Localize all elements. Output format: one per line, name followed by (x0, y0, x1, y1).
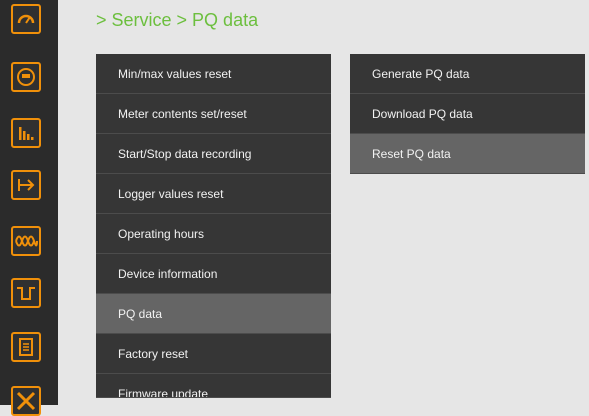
menu-item-data-recording[interactable]: Start/Stop data recording (96, 134, 331, 174)
submenu-item-reset-pq-data[interactable]: Reset PQ data (350, 134, 585, 174)
tools-icon[interactable] (11, 386, 41, 416)
submenu-item-generate-pq-data[interactable]: Generate PQ data (350, 54, 585, 94)
menu-item-min-max-reset[interactable]: Min/max values reset (96, 54, 331, 94)
menu-item-device-information[interactable]: Device information (96, 254, 331, 294)
menu-item-factory-reset[interactable]: Factory reset (96, 334, 331, 374)
pulse-icon[interactable] (11, 278, 41, 308)
list-icon[interactable] (11, 332, 41, 362)
menu-item-meter-contents[interactable]: Meter contents set/reset (96, 94, 331, 134)
service-menu: Min/max values reset Meter contents set/… (96, 54, 331, 398)
menu-item-pq-data[interactable]: PQ data (96, 294, 331, 334)
submenu-item-download-pq-data[interactable]: Download PQ data (350, 94, 585, 134)
pq-data-submenu: Generate PQ data Download PQ data Reset … (350, 54, 585, 174)
breadcrumb: > Service > PQ data (96, 10, 259, 30)
bar-chart-icon[interactable] (11, 118, 41, 148)
menu-item-firmware-update[interactable]: Firmware update (96, 374, 331, 398)
meter-icon[interactable] (11, 62, 41, 92)
menu-item-logger-reset[interactable]: Logger values reset (96, 174, 331, 214)
menu-item-operating-hours[interactable]: Operating hours (96, 214, 331, 254)
waveform-icon[interactable] (11, 226, 41, 256)
gauge-icon[interactable] (11, 4, 41, 34)
sidebar (0, 0, 58, 416)
phasor-icon[interactable] (11, 170, 41, 200)
